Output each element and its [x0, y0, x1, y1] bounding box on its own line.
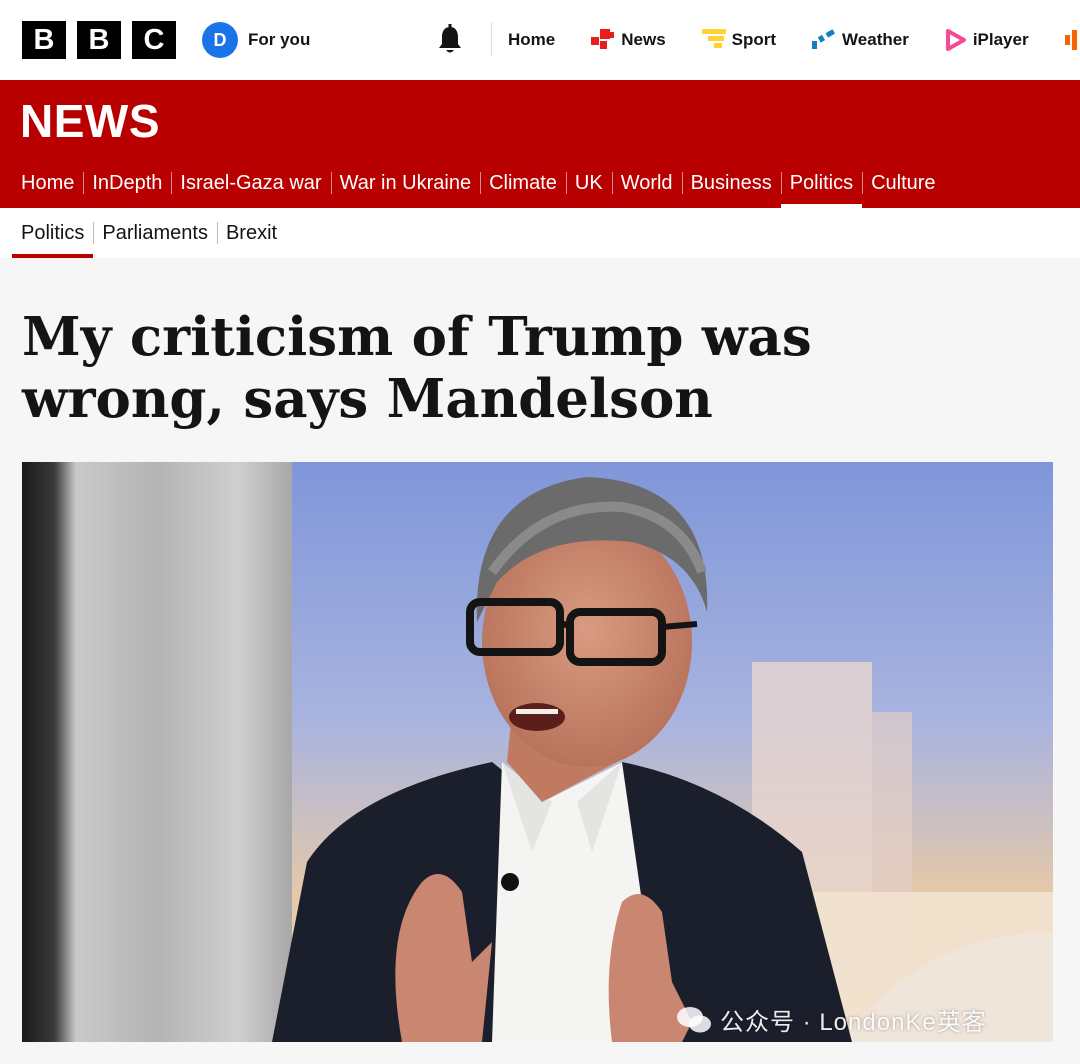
news-banner: NEWS	[0, 80, 1080, 158]
for-you-link[interactable]: D For you	[202, 22, 310, 58]
nav-news[interactable]: News	[591, 29, 666, 51]
nav-iplayer[interactable]: iPlayer	[945, 29, 1029, 51]
sport-bars-icon	[701, 29, 726, 48]
nav-sport[interactable]: Sport	[701, 29, 777, 51]
section-item-world[interactable]: World	[611, 158, 682, 208]
section-item-politics[interactable]: Politics	[780, 158, 863, 208]
section-item-indepth[interactable]: InDepth	[83, 158, 171, 208]
bbc-logo-block: B	[77, 21, 121, 59]
wechat-icon	[677, 1006, 711, 1032]
article-hero-image	[22, 462, 1053, 1042]
watermark: 公众号 · LondonKe英客	[676, 1002, 987, 1037]
nav-news-label: News	[621, 30, 666, 49]
nav-home[interactable]: Home	[508, 30, 555, 50]
subnav-item-politics[interactable]: Politics	[12, 208, 94, 258]
section-item-business[interactable]: Business	[681, 158, 781, 208]
subnav-item-parliaments[interactable]: Parliaments	[93, 208, 217, 258]
nav-sport-label: Sport	[731, 30, 777, 49]
section-item-culture[interactable]: Culture	[862, 158, 944, 208]
header-divider	[491, 22, 492, 56]
nav-sounds[interactable]	[1064, 29, 1080, 51]
avatar: D	[202, 22, 238, 58]
watermark-text: 公众号 · LondonKe英客	[720, 1009, 987, 1036]
sub-nav: Politics Parliaments Brexit	[0, 208, 1080, 258]
nav-weather-label: Weather	[842, 30, 909, 49]
for-you-label: For you	[248, 30, 311, 49]
nav-weather[interactable]: Weather	[812, 29, 909, 51]
bbc-logo-block: C	[132, 21, 176, 59]
nav-iplayer-label: iPlayer	[972, 30, 1029, 49]
global-nav: Home News Sport Weather iPlayer	[508, 0, 1080, 80]
iplayer-play-icon	[945, 29, 966, 51]
hero-photo	[22, 462, 1053, 1042]
article-headline: My criticism of Trump was wrong, says Ma…	[22, 306, 812, 430]
section-nav: Home InDepth Israel-Gaza war War in Ukra…	[0, 158, 1080, 208]
weather-icon	[812, 29, 836, 49]
bbc-logo-block: B	[22, 21, 66, 59]
nav-home-label: Home	[508, 30, 556, 49]
bell-icon[interactable]	[436, 24, 464, 56]
section-item-uk[interactable]: UK	[565, 158, 612, 208]
sounds-icon	[1064, 30, 1077, 50]
news-blocks-icon	[591, 29, 615, 49]
bbc-logo[interactable]: B B C	[22, 21, 176, 59]
section-item-climate[interactable]: Climate	[480, 158, 566, 208]
news-wordmark[interactable]: NEWS	[20, 94, 160, 148]
section-item-home[interactable]: Home	[12, 158, 83, 208]
subnav-item-brexit[interactable]: Brexit	[216, 208, 286, 258]
section-item-war-in-ukraine[interactable]: War in Ukraine	[330, 158, 481, 208]
section-item-israel-gaza-war[interactable]: Israel-Gaza war	[171, 158, 330, 208]
